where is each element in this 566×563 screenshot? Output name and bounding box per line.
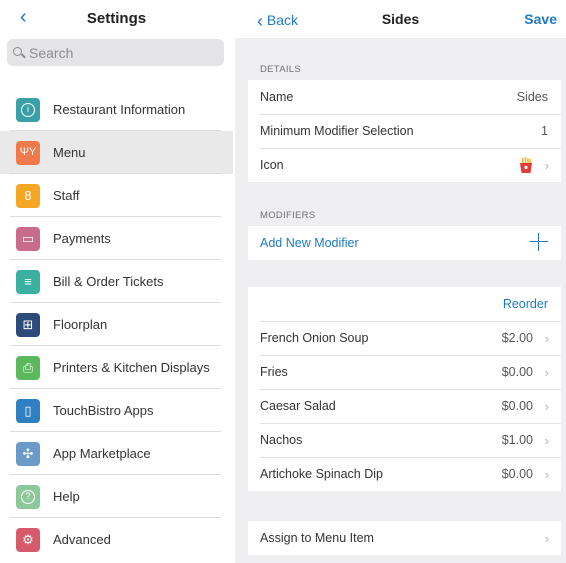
sidebar-item-label: Advanced [53,532,111,547]
sidebar-item-label: Menu [53,145,86,160]
modifier-price: $0.00 [501,365,533,379]
sidebar-header: ‹ Settings [0,0,233,36]
chevron-right-icon: › [544,530,549,546]
modifier-row[interactable]: French Onion Soup $2.00 › [248,321,561,355]
sidebar-item-advanced[interactable]: ⚙ Advanced [0,518,233,561]
info-icon: i [16,97,40,122]
help-icon: ? [16,484,40,509]
assign-to-menu-item-row[interactable]: Assign to Menu Item › [248,521,561,555]
sidebar-item-restaurant-information[interactable]: i Restaurant Information [0,88,233,131]
plus-icon [529,232,549,252]
modifier-name: Artichoke Spinach Dip [260,467,383,481]
sidebar-item-label: Printers & Kitchen Displays [53,360,210,375]
minimum-modifier-selection-label: Minimum Modifier Selection [260,124,414,138]
sidebar-item-menu[interactable]: ΨΥ Menu [0,131,233,174]
settings-menu-list: i Restaurant Information ΨΥ Menu 8 Staff… [0,88,233,561]
sidebar-item-printers-kitchen-displays[interactable]: ⎙ Printers & Kitchen Displays [0,346,233,389]
modifier-price: $2.00 [501,331,533,345]
settings-sidebar: ‹ Settings i Restaurant Information ΨΥ M… [0,0,233,563]
assign-card: Assign to Menu Item › [248,521,561,555]
name-value: Sides [516,90,548,104]
modifier-row[interactable]: Nachos $1.00 › [248,423,561,457]
minimum-modifier-selection-row[interactable]: Minimum Modifier Selection 1 [248,114,561,148]
reorder-button[interactable]: Reorder [503,297,548,311]
chevron-right-icon: › [544,466,549,482]
floorplan-icon: ⊞ [16,312,40,337]
modifier-price: $0.00 [501,467,533,481]
assign-to-menu-item-label: Assign to Menu Item [260,531,374,545]
gear-icon: ⚙ [16,527,40,552]
sidebar-item-bill-order-tickets[interactable]: ≡ Bill & Order Tickets [0,260,233,303]
add-new-modifier-label: Add New Modifier [260,236,359,250]
reorder-row: Reorder [248,287,561,321]
sidebar-item-label: Staff [53,188,80,203]
minimum-modifier-selection-value: 1 [541,124,548,138]
tablet-icon: ▯ [16,398,40,423]
modifier-price: $0.00 [501,399,533,413]
person-icon: 8 [16,183,40,208]
card-icon: ▭ [16,226,40,251]
chevron-right-icon: › [544,364,549,380]
sidebar-item-label: Bill & Order Tickets [53,274,164,289]
fork-knife-icon: ΨΥ [16,140,40,165]
sidebar-item-label: Restaurant Information [53,102,186,117]
icon-label: Icon [260,158,284,172]
details-section-header: DETAILS [260,64,301,75]
search-bar[interactable] [7,39,224,66]
modifier-name: Caesar Salad [260,399,336,413]
name-row[interactable]: Name Sides [248,80,561,114]
icon-row[interactable]: Icon › [248,148,561,182]
floorplan-glyph: ⊞ [22,317,34,332]
modifier-name: French Onion Soup [260,331,369,345]
tablet-glyph: ▯ [24,403,32,418]
add-modifier-card: Add New Modifier [248,226,561,260]
sidebar-item-label: Payments [53,231,111,246]
sidebar-item-app-marketplace[interactable]: ✣ App Marketplace [0,432,233,475]
page-title: Sides [381,11,420,27]
modifier-name: Nachos [260,433,303,447]
modifiers-section-header: MODIFIERS [260,210,316,221]
modifier-price: $1.00 [501,433,533,447]
sidebar-item-label: TouchBistro Apps [53,403,154,418]
modifier-name: Fries [260,365,288,379]
add-new-modifier-button[interactable]: Add New Modifier [248,226,561,260]
chevron-right-icon: › [544,398,549,414]
modifier-row[interactable]: Caesar Salad $0.00 › [248,389,561,423]
search-icon [11,44,29,62]
sidebar-item-staff[interactable]: 8 Staff [0,174,233,217]
detail-header: ‹ Back Sides Save [235,0,566,38]
sidebar-item-label: Floorplan [53,317,108,332]
details-card: Name Sides Minimum Modifier Selection 1 … [248,80,561,182]
name-label: Name [260,90,294,104]
printer-glyph: ⎙ [22,360,34,375]
search-input[interactable] [29,44,209,61]
save-button[interactable]: Save [524,11,557,27]
info-icon-glyph: i [21,102,35,117]
detail-pane: ‹ Back Sides Save DETAILS Name Sides Min… [235,0,566,563]
fork-knife-glyph: ΨΥ [19,146,37,158]
sidebar-item-label: Help [53,489,80,504]
puzzle-glyph: ✣ [22,446,34,461]
chevron-right-icon: › [544,432,549,448]
receipt-glyph: ≡ [24,274,32,289]
receipt-icon: ≡ [16,269,40,294]
chevron-right-icon: › [544,330,549,346]
chevron-right-icon: › [544,157,549,173]
help-glyph: ? [21,489,35,504]
sidebar-item-payments[interactable]: ▭ Payments [0,217,233,260]
person-glyph: 8 [24,188,32,203]
printer-icon: ⎙ [16,355,40,380]
sidebar-item-floorplan[interactable]: ⊞ Floorplan [0,303,233,346]
gear-glyph: ⚙ [22,532,34,547]
sidebar-item-touchbistro-apps[interactable]: ▯ TouchBistro Apps [0,389,233,432]
modifier-list-card: Reorder French Onion Soup $2.00 › Fries … [248,287,561,491]
card-glyph: ▭ [21,231,35,246]
modifier-row[interactable]: Fries $0.00 › [248,355,561,389]
modifier-row[interactable]: Artichoke Spinach Dip $0.00 › [248,457,561,491]
sidebar-title: Settings [86,10,147,27]
sidebar-item-help[interactable]: ? Help [0,475,233,518]
sidebar-item-label: App Marketplace [53,446,151,461]
puzzle-icon: ✣ [16,441,40,466]
fries-icon [520,157,532,173]
